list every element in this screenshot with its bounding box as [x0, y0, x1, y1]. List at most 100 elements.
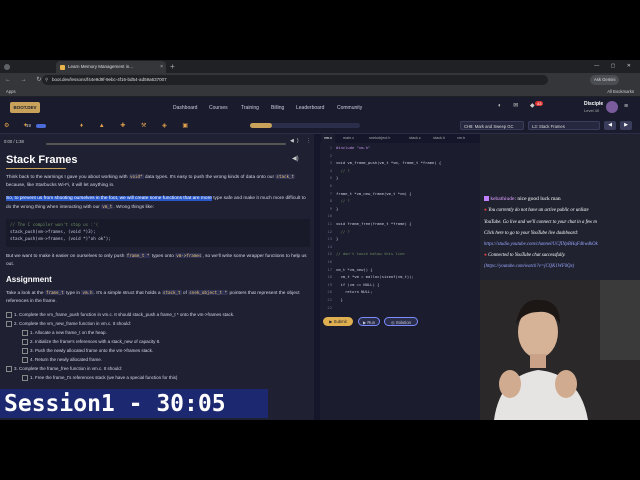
system-message: Click here to go to your YouTube live da…: [484, 231, 579, 236]
all-bookmarks[interactable]: All Bookmarks: [607, 87, 634, 96]
nav-community[interactable]: Community: [337, 104, 362, 112]
lesson-title: Stack Frames: [6, 154, 78, 166]
assignment-intro: Take a look at the frame_t type in vm.h.…: [6, 290, 300, 304]
avatar[interactable]: [606, 101, 618, 113]
nav-dashboard[interactable]: Dashboard: [173, 104, 197, 112]
code-line: // The C compiler won't stop us :'(: [10, 222, 99, 227]
paragraph-2: So, to prevent us from shooting ourselve…: [6, 196, 306, 210]
system-message: ● Connected to YouTube chat successfully…: [484, 253, 566, 258]
top-letterbox: [0, 0, 640, 60]
close-tab-icon[interactable]: ×: [160, 61, 163, 73]
list-item[interactable]: 1. Allocate a new frame_t on the heap.: [22, 329, 326, 337]
url-input[interactable]: ⚲ boot.dev/lessons/f44e9d9f-9ebc-4f16-bd…: [42, 75, 548, 85]
tab-vm-h[interactable]: vm.h: [454, 134, 468, 143]
line-number: 5: [329, 175, 332, 181]
list-item[interactable]: 1. Free the frame_t's references stack (…: [22, 374, 326, 382]
window-controls[interactable]: — ▢ ✕: [594, 61, 636, 72]
url-text: boot.dev/lessons/f44e9d9f-9ebc-4f16-bd54…: [52, 77, 167, 82]
checkbox[interactable]: [22, 329, 28, 336]
lock-icon: ⚲: [45, 77, 49, 82]
chapter-select[interactable]: CH8: Mark and Sweep GC: [460, 121, 524, 130]
nav-buttons[interactable]: ← → ↻: [5, 74, 45, 86]
gem-icons[interactable]: ♦ ▲ ✚ ⚒ ◈ ▣: [80, 120, 195, 132]
prev-lesson-button[interactable]: ◀: [604, 121, 616, 130]
audio-time: 0:00 / 1:38: [4, 139, 24, 144]
nav-training[interactable]: Training: [241, 104, 259, 112]
lesson-select[interactable]: L3: Stack Frames: [528, 121, 600, 130]
list-item[interactable]: 2. Initialize the frame's references wit…: [22, 338, 326, 346]
line-number: 7: [329, 190, 332, 196]
next-lesson-button[interactable]: ▶: [620, 121, 632, 130]
menu-icon[interactable]: ≡: [624, 103, 628, 110]
checkbox[interactable]: [6, 320, 12, 327]
checkbox[interactable]: [22, 347, 28, 354]
code-line: vm_t *vm_new() {: [336, 266, 373, 272]
checkbox[interactable]: [22, 338, 28, 345]
line-number: 11: [327, 221, 332, 226]
browser-tab-active[interactable]: Learn Memory Management in... ×: [56, 61, 166, 73]
code-line: #include "vm.h": [336, 145, 371, 150]
system-message: YouTube. Go live and we'll connect to yo…: [484, 220, 597, 225]
assignment-heading: Assignment: [6, 275, 52, 284]
code-line: void frame_free(frame_t *frame) {: [336, 221, 412, 226]
run-button[interactable]: ▶ Run: [358, 317, 380, 326]
list-item[interactable]: 2. Complete the vm_new_frame function in…: [6, 320, 310, 328]
apps-bookmark[interactable]: Apps: [6, 87, 16, 96]
solution-button[interactable]: ◎ Solution: [384, 317, 418, 326]
line-number: 9: [329, 205, 332, 211]
nav-leaderboard[interactable]: Leaderboard: [296, 104, 324, 112]
checkbox[interactable]: [6, 311, 12, 318]
line-number: 2: [329, 152, 332, 158]
code-line: // ?: [336, 167, 350, 173]
username[interactable]: Disciple: [584, 101, 603, 107]
list-item[interactable]: 3. Push the newly allocated frame onto t…: [22, 347, 326, 355]
checkbox[interactable]: [22, 356, 28, 363]
line-number: 18: [327, 274, 332, 280]
nav-courses[interactable]: Courses: [209, 104, 228, 112]
tab-snekobject-h[interactable]: snekobject.h: [366, 134, 393, 143]
youtube-icon: ●: [484, 208, 487, 213]
gemini-button[interactable]: Ask Gemini: [590, 75, 620, 85]
level-number: 19: [26, 123, 32, 128]
tab-stack-h[interactable]: stack.h: [430, 134, 448, 143]
line-number: 16: [327, 259, 332, 264]
chat-link[interactable]: https://studio.youtube.com/channel/UCfIN…: [484, 241, 636, 248]
list-item[interactable]: 1. Complete the vm_frame_push function i…: [6, 311, 310, 319]
line-number: 21: [327, 297, 332, 302]
line-number: 4: [329, 167, 332, 173]
system-message: ● You currently do not have an active pu…: [484, 208, 589, 213]
streamer-silhouette: [480, 280, 640, 420]
chat-username: kebathiude: [490, 196, 515, 202]
chat-text: nice good luck man: [517, 196, 561, 202]
chat-link[interactable]: (https://youtube.com/watch?v=jCQK1WF0Qx): [484, 263, 636, 270]
line-number: 22: [327, 304, 332, 310]
tab-main-c[interactable]: main.c: [340, 134, 357, 143]
list-item[interactable]: 4. Return the newly allocated frame.: [22, 356, 326, 364]
checkbox[interactable]: [6, 365, 12, 372]
paragraph-1: Think back to the warnings I gave you ab…: [6, 174, 296, 188]
code-line: }: [336, 205, 339, 211]
line-number: 19: [327, 281, 332, 287]
nav-billing[interactable]: Billing: [271, 104, 284, 112]
code-line: return NULL;: [336, 289, 373, 295]
code-line: if (vm == NULL) {: [336, 281, 380, 287]
bookmarks-bar: [0, 87, 640, 97]
line-number: 1: [329, 145, 332, 150]
audio-track[interactable]: [46, 143, 286, 145]
youtube-icon: ●: [484, 253, 487, 258]
bootdev-logo[interactable]: BOOT.DEV: [10, 102, 40, 113]
submit-button[interactable]: ▶ Submit: [323, 317, 353, 326]
code-line: stack_push(vm->frames, (void *)3);: [10, 229, 96, 234]
tab-stack-c[interactable]: stack.c: [406, 134, 424, 143]
checkbox[interactable]: [22, 374, 28, 381]
new-tab-icon[interactable]: +: [170, 61, 175, 72]
audio-controls[interactable]: ◀) ⋮: [290, 138, 314, 144]
code-line: void vm_frame_push(vm_t *vm, frame_t *fr…: [336, 160, 442, 166]
header-icons[interactable]: ◐ ✉ ◆: [498, 102, 540, 109]
tab-vm-c[interactable]: vm.c: [321, 134, 336, 143]
list-item[interactable]: 3. Complete the frame_free function in v…: [6, 365, 310, 373]
read-aloud-icon[interactable]: ◀): [292, 155, 299, 162]
tab-menu-icon[interactable]: [4, 64, 10, 70]
line-number: 15: [327, 251, 332, 257]
code-line: // ?: [336, 198, 350, 204]
